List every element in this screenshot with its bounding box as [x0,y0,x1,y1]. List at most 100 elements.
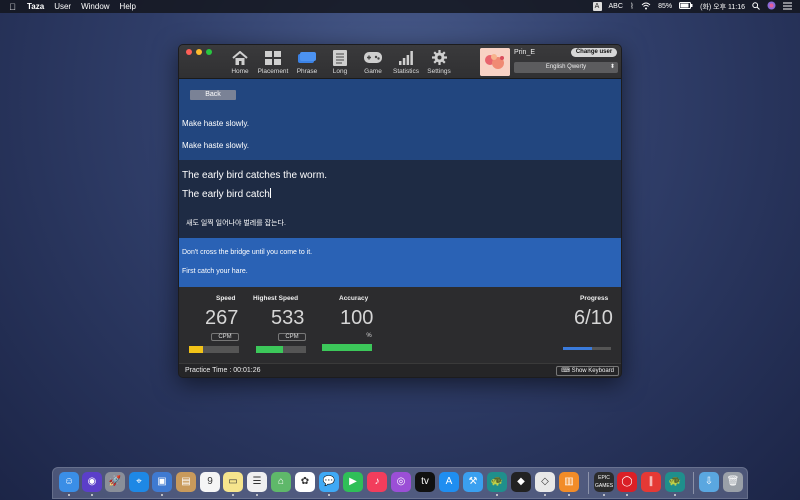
dock-finder-icon[interactable]: ☺ [59,472,79,492]
battery-icon[interactable] [679,2,693,11]
siri-icon[interactable] [767,1,776,12]
dock-books-icon[interactable]: ▥ [559,472,579,492]
dock-trash-icon[interactable]: 🗑 [723,472,743,492]
apple-menu-icon[interactable]:  [8,2,17,12]
previous-typed-text: Make haste slowly. [182,141,249,150]
change-user-button[interactable]: Change user [571,48,617,57]
progress-bar [563,347,611,350]
dock-stickies-icon[interactable]: ▭ [223,472,243,492]
dock-tv-icon[interactable]: tv [415,472,435,492]
dock-unity-hub-icon[interactable]: ◇ [535,472,555,492]
keyboard-layout-select[interactable]: English Qwerty ⬍ [514,62,618,73]
minimize-window-button[interactable] [196,49,202,55]
dock-parallels-icon[interactable]: ∥ [641,472,661,492]
dock-running-indicator [232,494,234,496]
progress-value: 6/10 [574,307,613,329]
zoom-window-button[interactable] [206,49,212,55]
dock-running-indicator [544,494,546,496]
current-phrase-text: The early bird catches the worm. [182,170,328,181]
dock-downloads-icon[interactable]: ⇩ [699,472,719,492]
accuracy-bar [322,344,372,351]
dock-running-indicator [68,494,70,496]
dock-running-indicator [568,494,570,496]
dock-safari-icon[interactable]: ⌖ [129,472,149,492]
close-window-button[interactable] [186,49,192,55]
accuracy-unit: % [366,333,372,339]
spotlight-icon[interactable] [752,1,760,12]
avatar[interactable] [480,48,510,76]
dock-preview-icon[interactable]: ▣ [152,472,172,492]
dock-taza-icon[interactable]: 🐢 [487,472,507,492]
highest-speed-bar-fill [256,346,283,353]
window-controls [186,49,212,55]
typing-input[interactable]: The early bird catch [182,188,271,200]
show-keyboard-button[interactable]: ⌨ Show Keyboard [556,366,619,376]
dock-maps-icon[interactable]: ⌂ [271,472,291,492]
toolbar-statistics[interactable]: Statistics [389,48,423,78]
dock-running-indicator [256,494,258,496]
next-phrase-text: Don't cross the bridge until you come to… [182,249,313,256]
dock-running-indicator [674,494,676,496]
speed-bar [189,346,239,353]
back-button[interactable]: Back [190,90,236,100]
dock-facetime-icon[interactable]: ▶ [343,472,363,492]
menu-window[interactable]: Window [81,2,109,11]
menu-help[interactable]: Help [120,2,136,11]
dock-epic-games-icon[interactable]: EPIC GAMES [594,472,614,492]
toolbar-home[interactable]: Home [223,48,257,78]
dock-notes-icon[interactable]: ▤ [176,472,196,492]
notification-center-icon[interactable] [783,2,792,12]
speed-value: 267 [205,307,239,329]
stats-panel: Speed 267 CPM Highest Speed 533 CPM Accu… [179,287,621,363]
highest-speed-value: 533 [271,307,305,329]
current-phrase-panel: The early bird catches the worm. The ear… [179,160,621,238]
dock-music-icon[interactable]: ♪ [367,472,387,492]
toolbar-long[interactable]: Long [323,48,357,78]
menu-user[interactable]: User [54,2,71,11]
dock-creative-cloud-icon[interactable]: ◯ [617,472,637,492]
dock-podcasts-icon[interactable]: ◎ [391,472,411,492]
dock-reminders-icon[interactable]: ☰ [247,472,267,492]
toolbar-settings[interactable]: Settings [422,48,456,78]
dock-running-indicator [91,494,93,496]
highest-speed-unit: CPM [278,333,306,341]
progress-bar-fill [563,347,592,350]
dock-siri-icon[interactable]: ◉ [82,472,102,492]
following-phrase-text: First catch your hare. [182,268,248,275]
toolbar-game[interactable]: Game [356,48,390,78]
toolbar-statistics-label: Statistics [392,68,419,75]
wifi-icon[interactable] [641,2,651,12]
dock-running-indicator [328,494,330,496]
toolbar-phrase[interactable]: Phrase [290,48,324,78]
dock-running-indicator [626,494,628,496]
highest-speed-bar [256,346,306,353]
status-footer: Practice Time : 00:01:26 ⌨ Show Keyboard [179,363,621,377]
dock-app-store-icon[interactable]: A [439,472,459,492]
home-icon [223,48,257,67]
game-icon [356,48,390,67]
toolbar-settings-label: Settings [427,68,451,75]
next-phrase-panel: Don't cross the bridge until you come to… [179,238,621,287]
battery-percent[interactable]: 85% [658,3,672,10]
toolbar-placement-label: Placement [257,68,289,75]
input-source-label[interactable]: ABC [609,3,623,10]
dock-calendar-icon[interactable]: 9 [200,472,220,492]
dock-launchpad-icon[interactable]: 🚀 [105,472,125,492]
taza-window: Home Placement Phrase Long Game Statisti… [178,44,622,378]
clock[interactable]: (화) 오후 11:16 [700,2,745,12]
chevron-updown-icon: ⬍ [609,64,615,70]
menu-app-name[interactable]: Taza [27,2,44,11]
dock-taza-helper-icon[interactable]: 🐢 [665,472,685,492]
toolbar: Home Placement Phrase Long Game Statisti… [179,45,621,79]
input-source-icon[interactable]: A [592,2,602,11]
dock-xcode-icon[interactable]: ⚒ [463,472,483,492]
dock-messages-icon[interactable]: 💬 [319,472,339,492]
keyboard-layout-value: English Qwerty [545,64,587,70]
dock-photos-icon[interactable]: ✿ [295,472,315,492]
dock-separator [693,472,694,494]
dock-unity-icon[interactable]: ◆ [511,472,531,492]
bluetooth-icon[interactable]: ᚱ [630,3,634,10]
toolbar-placement[interactable]: Placement [256,48,290,78]
accuracy-label: Accuracy [339,295,369,302]
accuracy-bar-fill [322,344,372,351]
